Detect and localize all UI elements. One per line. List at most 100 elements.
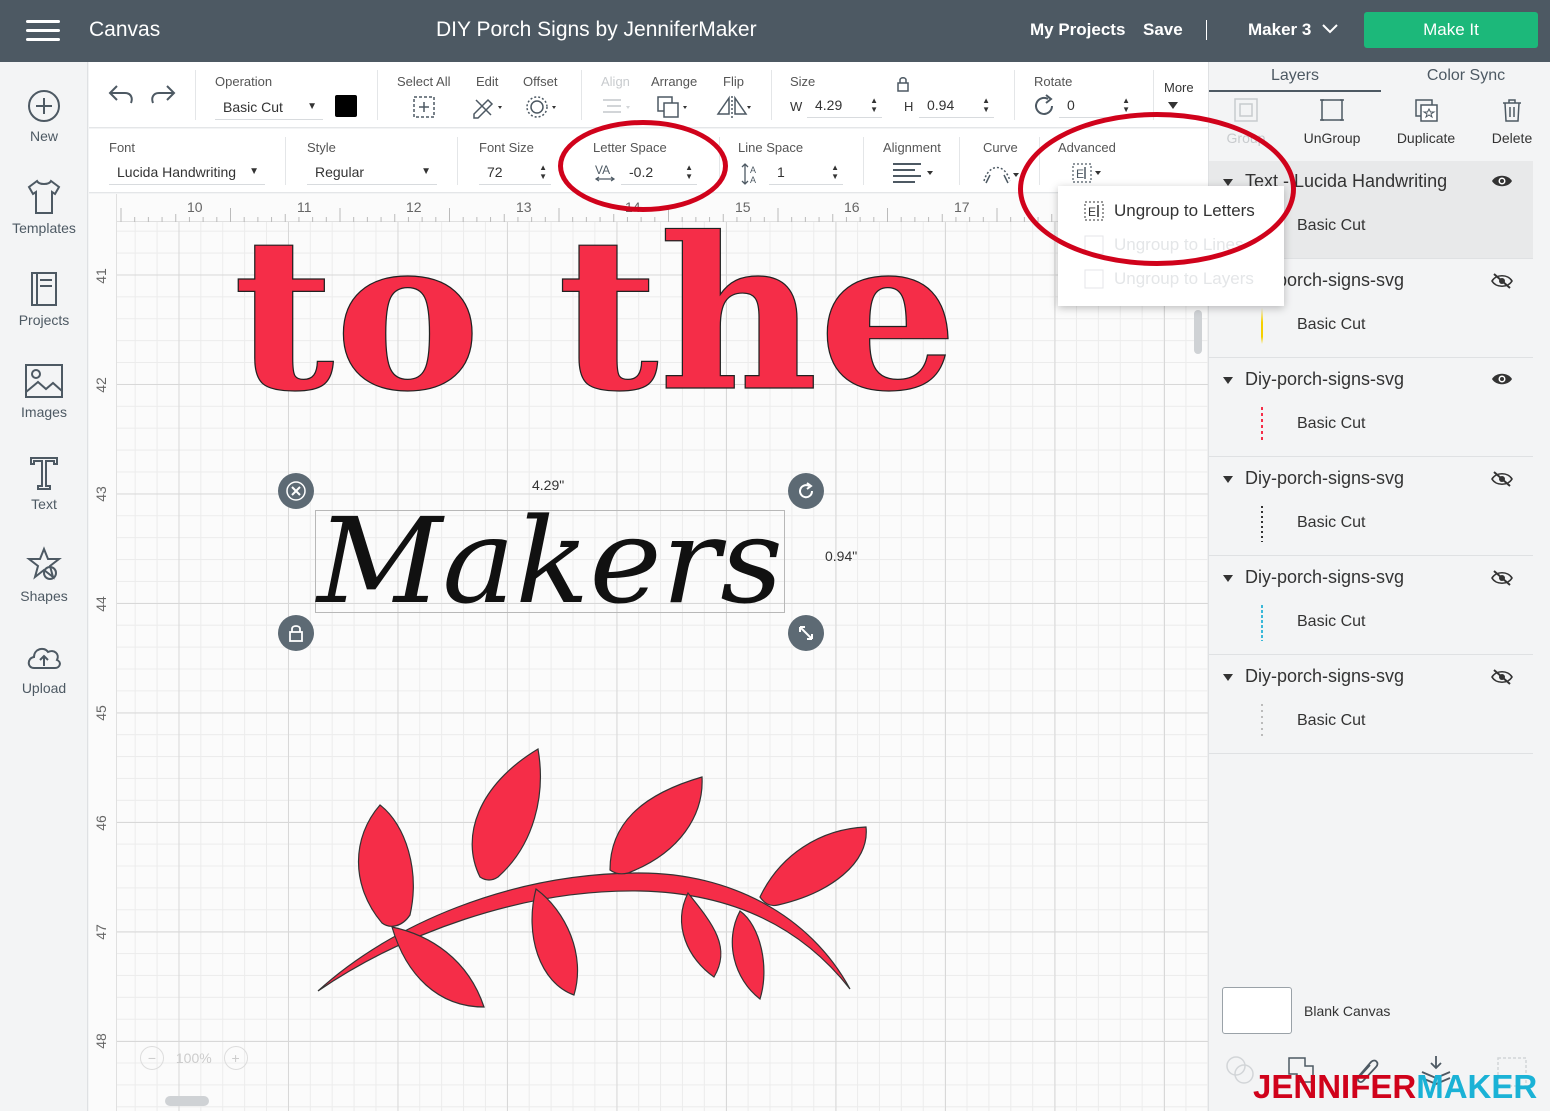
horizontal-scrollbar[interactable] (165, 1096, 209, 1106)
annotation-oval-letter-space (558, 120, 728, 212)
nav-text-label: Text (31, 496, 57, 512)
resize-diagonal-icon (799, 626, 813, 640)
delete-handle[interactable] (278, 473, 314, 509)
zoom-out-icon[interactable]: − (140, 1046, 164, 1070)
tab-layers[interactable]: Layers (1209, 62, 1381, 92)
nav-upload[interactable]: Upload (0, 638, 88, 724)
undo-icon[interactable] (107, 82, 135, 106)
rotate-handle[interactable] (788, 473, 824, 509)
style-select[interactable]: Regular ▼ (307, 159, 437, 185)
blank-canvas-swatch[interactable] (1222, 987, 1292, 1034)
divider (377, 70, 378, 120)
nav-projects[interactable]: Projects (0, 270, 88, 356)
eye-hidden-icon[interactable] (1491, 668, 1513, 686)
collapse-caret-icon[interactable] (1223, 476, 1233, 483)
nav-new[interactable]: New (0, 88, 88, 174)
ungroup-icon (1320, 99, 1344, 121)
laurel-branch-image[interactable] (310, 745, 875, 1015)
align-left-icon[interactable] (891, 161, 935, 183)
headline-text-object[interactable]: to the (230, 218, 970, 398)
caret-down-icon: ▼ (307, 101, 317, 112)
collapse-caret-icon[interactable] (1223, 575, 1233, 582)
nav-images[interactable]: Images (0, 362, 88, 448)
collapse-caret-icon[interactable] (1223, 377, 1233, 384)
nav-text[interactable]: Text (0, 454, 88, 540)
alignment-label: Alignment (883, 140, 941, 155)
nav-upload-label: Upload (21, 680, 67, 696)
layer-item[interactable]: Diy-porch-signs-svg Basic Cut (1209, 656, 1533, 754)
caret-down-icon: ▼ (421, 166, 431, 177)
stepper-icon[interactable]: ▲ ▼ (539, 163, 547, 181)
stepper-icon[interactable]: ▲ ▼ (982, 96, 990, 114)
machine-selector[interactable]: Maker 3 (1248, 20, 1338, 40)
layer-item[interactable]: Diy-porch-signs-svg Basic Cut (1209, 458, 1533, 556)
nav-templates[interactable]: Templates (0, 178, 88, 264)
ungroup-button[interactable]: UnGroup (1287, 96, 1377, 146)
eye-hidden-icon[interactable] (1491, 470, 1513, 488)
caret-down-icon[interactable] (1168, 102, 1178, 109)
eye-icon[interactable] (1491, 371, 1513, 387)
zoom-control[interactable]: − 100% + (140, 1046, 248, 1070)
nav-shapes-label: Shapes (20, 588, 68, 604)
select-all-icon[interactable] (412, 95, 436, 119)
font-size-input[interactable]: 72 ▲ ▼ (479, 159, 551, 185)
delete-button[interactable]: Delete (1467, 96, 1550, 146)
nav-new-label: New (29, 128, 58, 144)
eye-hidden-icon[interactable] (1491, 272, 1513, 290)
divider (285, 137, 286, 185)
chevron-down-icon (1322, 24, 1338, 34)
layer-thumbnail (1261, 407, 1263, 443)
height-value: 0.94 (927, 97, 955, 113)
make-it-button[interactable]: Make It (1364, 12, 1538, 48)
ruler-label: 46 (92, 815, 109, 831)
makers-text-object[interactable]: Makers (315, 500, 787, 620)
height-readout: 0.94" (825, 548, 858, 564)
eye-hidden-icon[interactable] (1491, 569, 1513, 587)
curve-icon[interactable] (981, 161, 1021, 185)
collapse-caret-icon[interactable] (1223, 674, 1233, 681)
layer-item[interactable]: Diy-porch-signs-svg Basic Cut (1209, 557, 1533, 655)
tab-color-sync[interactable]: Color Sync (1381, 62, 1550, 92)
resize-handle[interactable] (788, 615, 824, 651)
ruler-label: 42 (92, 377, 109, 393)
divider (959, 137, 960, 185)
my-projects-link[interactable]: My Projects (1030, 20, 1125, 40)
menu-item-label: Ungroup to Layers (1114, 269, 1254, 288)
flip-icon[interactable] (715, 94, 753, 120)
width-input[interactable]: 4.29 ▲ ▼ (807, 92, 882, 118)
arrange-icon[interactable] (656, 94, 692, 120)
color-swatch[interactable] (335, 95, 357, 117)
tshirt-icon (27, 179, 61, 214)
line-space-input[interactable]: 1 ▲ ▼ (769, 159, 843, 185)
stepper-icon[interactable]: ▲ ▼ (1122, 96, 1130, 114)
ungroup-layers-icon (1084, 269, 1104, 289)
font-select[interactable]: Lucida Handwriting ▼ (109, 159, 265, 185)
layer-operation: Basic Cut (1297, 415, 1366, 432)
app-title: Canvas (89, 18, 161, 41)
layer-title: Diy-porch-signs-svg (1245, 666, 1405, 686)
height-input[interactable]: 0.94 ▲ ▼ (919, 92, 994, 118)
divider (581, 70, 582, 120)
ungroup-label: UnGroup (1303, 130, 1361, 146)
redo-icon[interactable] (149, 82, 177, 106)
lock-handle[interactable] (278, 615, 314, 651)
operation-select[interactable]: Basic Cut ▼ (215, 94, 323, 120)
lock-icon[interactable] (896, 76, 910, 92)
nav-shapes[interactable]: Shapes (0, 546, 88, 632)
more-button[interactable]: More (1164, 80, 1194, 95)
stepper-icon[interactable]: ▲ ▼ (831, 163, 839, 181)
offset-icon[interactable] (525, 94, 561, 120)
ruler-label: 45 (92, 705, 109, 721)
vertical-scrollbar[interactable] (1194, 310, 1202, 354)
eye-icon[interactable] (1491, 173, 1513, 189)
save-link[interactable]: Save (1143, 20, 1183, 40)
divider (1014, 70, 1015, 120)
stepper-icon[interactable]: ▲ ▼ (870, 96, 878, 114)
edit-tools-icon[interactable] (471, 94, 507, 120)
zoom-in-icon[interactable]: + (223, 1046, 248, 1070)
left-nav: New Templates Projects Images Text Shape… (0, 62, 88, 1111)
align-label: Align (601, 74, 630, 89)
menu-icon[interactable] (26, 20, 60, 42)
duplicate-button[interactable]: Duplicate (1381, 96, 1471, 146)
layer-item[interactable]: Diy-porch-signs-svg Basic Cut (1209, 359, 1533, 457)
